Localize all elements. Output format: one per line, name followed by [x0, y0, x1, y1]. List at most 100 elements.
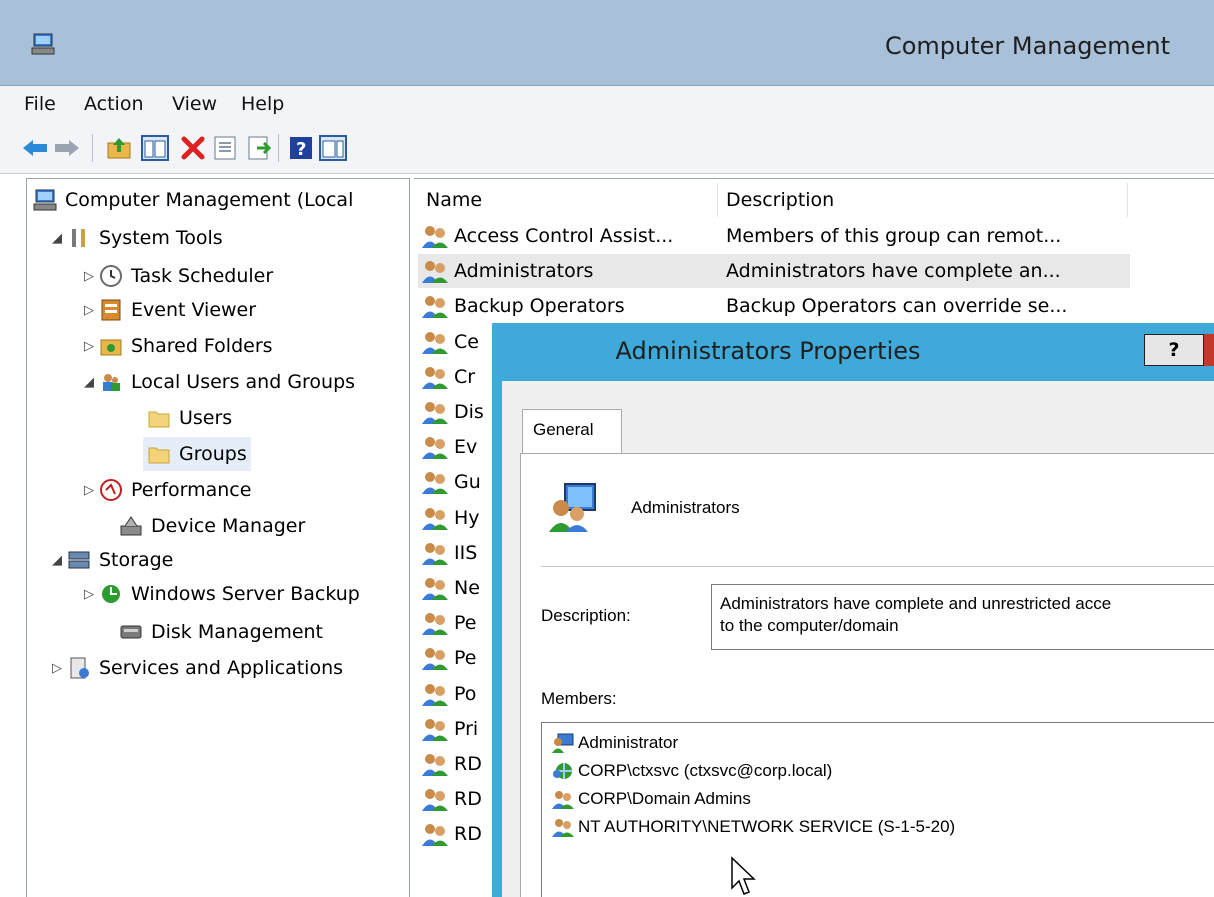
- collapse-toggle-icon[interactable]: ▷: [79, 339, 99, 354]
- group-name: Administrators: [631, 498, 740, 517]
- tree-item-label: Device Manager: [151, 515, 306, 537]
- up-button[interactable]: [104, 133, 134, 163]
- tree-item-label: Local Users and Groups: [131, 371, 356, 393]
- tree-item-label: Services and Applications: [99, 657, 344, 679]
- clock-icon: [100, 265, 122, 287]
- delete-icon: [181, 136, 205, 160]
- tree-item-local-users-and-groups[interactable]: ◢ Local Users and Groups: [79, 365, 355, 399]
- expand-toggle-icon[interactable]: ◢: [79, 375, 99, 390]
- tab-general[interactable]: General: [522, 409, 622, 453]
- domain-user-icon: [553, 763, 572, 779]
- tree-item-system-tools[interactable]: ◢ System Tools: [47, 221, 223, 255]
- menu-bar: File Action View Help: [0, 86, 1214, 124]
- computer-management-icon[interactable]: [30, 32, 56, 56]
- tree-item-shared-folders[interactable]: ▷ Shared Folders: [79, 329, 273, 363]
- group-icon: [422, 789, 448, 811]
- dialog-help-button[interactable]: ?: [1144, 334, 1204, 366]
- tree-item-computer-management[interactable]: Computer Management (Local: [33, 183, 353, 217]
- up-folder-icon: [107, 138, 131, 159]
- tree-item-groups[interactable]: Groups: [143, 437, 251, 471]
- tree-item-storage[interactable]: ◢ Storage: [47, 543, 173, 577]
- group-icon: [422, 684, 448, 706]
- group-icon: [422, 437, 448, 459]
- tree-item-windows-server-backup[interactable]: ▷ Windows Server Backup: [79, 577, 360, 611]
- title-bar: Computer Management: [0, 0, 1214, 86]
- description-line-1: Administrators have complete and unrestr…: [720, 594, 1112, 613]
- back-button[interactable]: [20, 133, 50, 163]
- show-hide-tree-button[interactable]: [140, 133, 170, 163]
- properties-button[interactable]: [210, 133, 240, 163]
- list-row[interactable]: Backup Operators Backup Operators can ove…: [418, 289, 1130, 323]
- tree-item-task-scheduler[interactable]: ▷ Task Scheduler: [79, 259, 273, 293]
- tree-item-label: Windows Server Backup: [131, 583, 360, 605]
- delete-button[interactable]: [178, 133, 208, 163]
- performance-icon: [100, 479, 122, 501]
- description-line-2: to the computer/domain: [720, 616, 899, 635]
- menu-view[interactable]: View: [172, 93, 217, 115]
- tree-item-performance[interactable]: ▷ Performance: [79, 473, 251, 507]
- menu-help[interactable]: Help: [241, 93, 284, 115]
- group-icon: [422, 296, 448, 318]
- expand-toggle-icon[interactable]: ◢: [47, 553, 67, 568]
- group-description: Administrators have complete an...: [726, 260, 1061, 282]
- event-viewer-icon: [101, 299, 121, 321]
- tree-item-label: Shared Folders: [131, 335, 273, 357]
- members-label: Members:: [541, 689, 617, 708]
- collapse-toggle-icon[interactable]: ▷: [47, 661, 67, 676]
- toolbar-separator: [278, 134, 279, 162]
- group-icon: [422, 719, 448, 741]
- member-name: NT AUTHORITY\NETWORK SERVICE (S-1-5-20): [578, 817, 956, 836]
- tree-item-event-viewer[interactable]: ▷ Event Viewer: [79, 293, 256, 327]
- group-icon: [422, 824, 448, 846]
- group-icon: [552, 791, 574, 809]
- description-field[interactable]: Administrators have complete and unrestr…: [711, 584, 1214, 650]
- list-row[interactable]: Access Control Assist... Members of this …: [418, 219, 1130, 253]
- group-name: Access Control Assist...: [454, 225, 674, 247]
- services-icon: [70, 657, 89, 679]
- show-hide-tree-icon: [141, 135, 169, 161]
- collapse-toggle-icon[interactable]: ▷: [79, 269, 99, 284]
- properties-dialog: Administrators Properties ? General Admi…: [492, 323, 1214, 897]
- collapse-toggle-icon[interactable]: ▷: [79, 587, 99, 602]
- tree-item-device-manager[interactable]: Device Manager: [119, 509, 305, 543]
- group-icon: [422, 472, 448, 494]
- column-header-name[interactable]: Name: [418, 183, 718, 217]
- storage-icon: [68, 551, 90, 569]
- export-list-button[interactable]: [244, 133, 274, 163]
- help-button[interactable]: ?: [286, 133, 316, 163]
- tree-item-users[interactable]: Users: [147, 401, 232, 435]
- tree-item-disk-management[interactable]: Disk Management: [119, 615, 323, 649]
- tree-item-label: Computer Management (Local: [65, 189, 354, 211]
- action-pane-icon: [319, 135, 347, 161]
- menu-action[interactable]: Action: [84, 93, 144, 115]
- tree-item-label: Performance: [131, 479, 252, 501]
- group-icon: [422, 226, 448, 248]
- list-row[interactable]: Administrators Administrators have comple…: [418, 254, 1130, 288]
- collapse-toggle-icon[interactable]: ▷: [79, 483, 99, 498]
- help-icon: ?: [290, 137, 312, 160]
- member-name: CORP\Domain Admins: [578, 789, 751, 808]
- tree-item-services-and-applications[interactable]: ▷ Services and Applications: [47, 651, 343, 685]
- backup-icon: [102, 585, 120, 603]
- group-icon: [422, 261, 448, 283]
- dialog-body: General Administrators Description: Admi…: [502, 381, 1214, 897]
- forward-button[interactable]: [52, 133, 82, 163]
- group-description: Members of this group can remot...: [726, 225, 1062, 247]
- toolbar-separator: [92, 134, 93, 162]
- menu-file[interactable]: File: [24, 93, 56, 115]
- member-name: Administrator: [578, 733, 679, 752]
- svg-text:?: ?: [296, 139, 306, 160]
- member-row[interactable]: Administrator: [552, 729, 678, 757]
- collapse-toggle-icon[interactable]: ▷: [79, 303, 99, 318]
- dialog-close-button[interactable]: [1204, 334, 1214, 366]
- tree-item-label: System Tools: [99, 227, 223, 249]
- member-row[interactable]: CORP\ctxsvc (ctxsvc@corp.local): [552, 757, 832, 785]
- expand-toggle-icon[interactable]: ◢: [47, 231, 67, 246]
- user-icon: [552, 733, 574, 753]
- member-row[interactable]: NT AUTHORITY\NETWORK SERVICE (S-1-5-20): [552, 813, 955, 841]
- column-header-description[interactable]: Description: [718, 183, 1128, 217]
- action-pane-button[interactable]: [318, 133, 348, 163]
- tree-item-label: Users: [179, 407, 233, 429]
- folder-icon: [148, 447, 170, 464]
- member-row[interactable]: CORP\Domain Admins: [552, 785, 751, 813]
